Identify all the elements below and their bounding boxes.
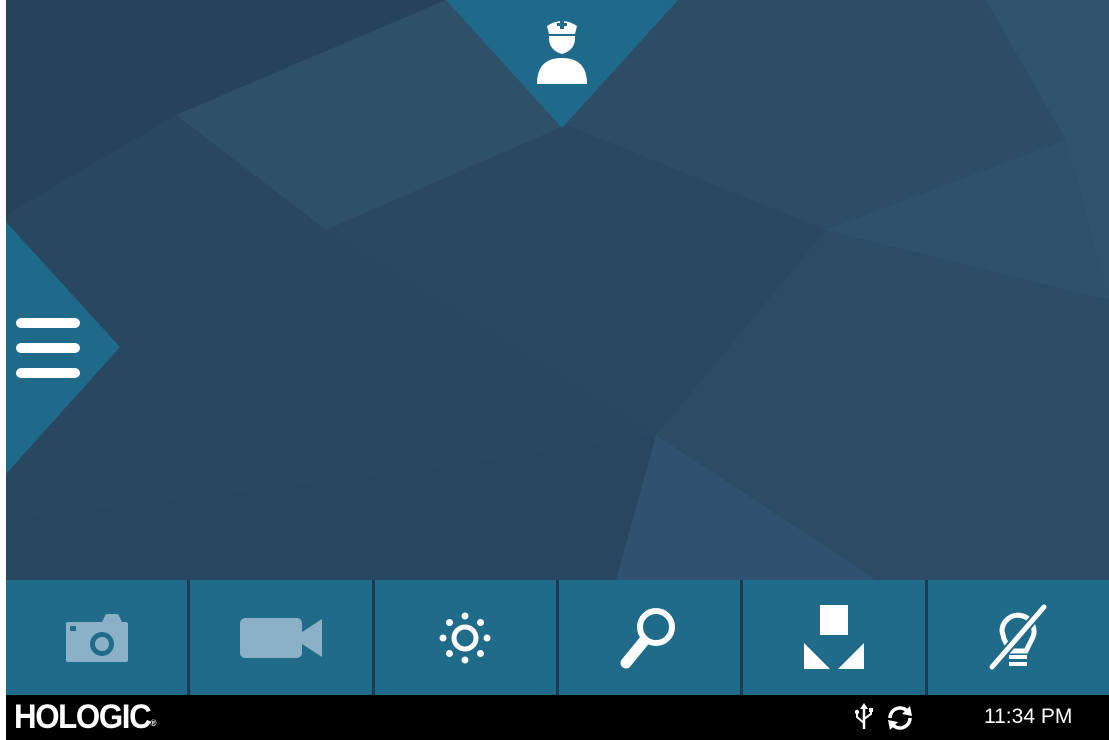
brightness-icon bbox=[439, 612, 491, 663]
hologic-logo: HOLOGIC® bbox=[14, 697, 156, 737]
clock: 11:34 PM bbox=[984, 705, 1073, 728]
capture-download-icon bbox=[803, 604, 864, 669]
brand-text: HOLOGIC bbox=[14, 698, 152, 736]
video-button[interactable] bbox=[190, 580, 372, 695]
video-camera-icon bbox=[239, 617, 322, 658]
usb-icon bbox=[854, 703, 873, 729]
registered-mark: ® bbox=[150, 718, 157, 728]
camera-icon bbox=[65, 613, 128, 662]
sync-icon bbox=[888, 706, 912, 730]
zoom-button[interactable] bbox=[558, 580, 741, 695]
main-screen: HOLOGIC® 11:34 PM bbox=[6, 0, 1109, 740]
capture-button[interactable] bbox=[743, 580, 925, 695]
magnify-icon bbox=[620, 607, 675, 668]
brightness-button[interactable] bbox=[374, 580, 556, 695]
toolbar bbox=[6, 580, 1109, 695]
status-bar: HOLOGIC® 11:34 PM bbox=[6, 695, 1109, 740]
camera-button[interactable] bbox=[6, 580, 188, 695]
light-off-icon bbox=[988, 603, 1048, 670]
light-toggle-button[interactable] bbox=[927, 580, 1109, 695]
